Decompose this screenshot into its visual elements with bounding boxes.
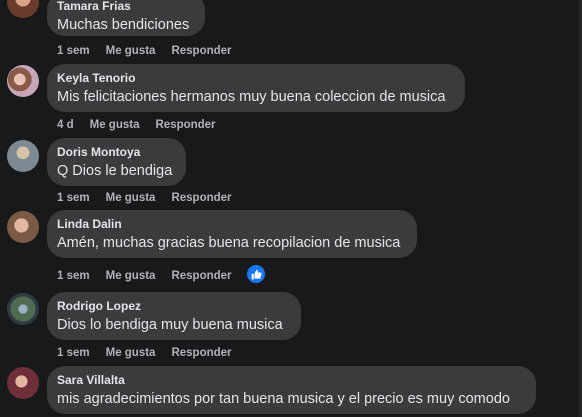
avatar[interactable] bbox=[7, 0, 39, 18]
thumbs-up-icon bbox=[251, 269, 262, 279]
comment-author[interactable]: Doris Montoya bbox=[57, 145, 174, 159]
reply-link[interactable]: Responder bbox=[171, 347, 231, 359]
comment-time[interactable]: 1 sem bbox=[57, 45, 90, 57]
comment-text: Amén, muchas gracias buena recopilacion … bbox=[57, 235, 401, 251]
comment-time[interactable]: 4 d bbox=[57, 119, 74, 131]
comment-author[interactable]: Keyla Tenorio bbox=[57, 71, 453, 85]
comment-text: Mis felicitaciones hermanos muy buena co… bbox=[57, 89, 446, 105]
avatar[interactable] bbox=[7, 140, 39, 172]
like-link[interactable]: Me gusta bbox=[90, 119, 140, 131]
comment-author[interactable]: Linda Dalin bbox=[57, 217, 405, 231]
reply-link[interactable]: Responder bbox=[171, 270, 231, 282]
avatar[interactable] bbox=[7, 367, 39, 399]
comment-text: Dios lo bendiga muy buena musica bbox=[57, 317, 283, 333]
avatar[interactable] bbox=[7, 293, 39, 325]
comment-bubble: Rodrigo Lopez Dios lo bendiga muy buena … bbox=[47, 292, 301, 340]
comment-actions: 1 sem Me gusta Responder bbox=[57, 347, 248, 359]
comment-bubble: Tamara Frias Muchas bendiciones bbox=[47, 0, 205, 36]
reply-link[interactable]: Responder bbox=[171, 192, 231, 204]
comment-bubble: Linda Dalin Amén, muchas gracias buena r… bbox=[47, 210, 417, 258]
avatar[interactable] bbox=[7, 211, 39, 243]
like-link[interactable]: Me gusta bbox=[106, 192, 156, 204]
comment-bubble: Doris Montoya Q Dios le bendiga bbox=[47, 138, 186, 186]
comment-actions: 4 d Me gusta Responder bbox=[57, 119, 232, 131]
comment-bubble: Keyla Tenorio Mis felicitaciones hermano… bbox=[47, 64, 465, 112]
comment-author[interactable]: Rodrigo Lopez bbox=[57, 299, 289, 313]
reply-link[interactable]: Responder bbox=[155, 119, 215, 131]
comment-actions: 1 sem Me gusta Responder bbox=[57, 270, 248, 282]
like-reaction-icon[interactable] bbox=[247, 265, 265, 283]
like-link[interactable]: Me gusta bbox=[106, 270, 156, 282]
like-link[interactable]: Me gusta bbox=[106, 347, 156, 359]
comment-text: Q Dios le bendiga bbox=[57, 163, 173, 179]
comment-author[interactable]: Sara Villalta bbox=[57, 373, 524, 387]
comment-text: Muchas bendiciones bbox=[57, 17, 190, 33]
reply-link[interactable]: Responder bbox=[171, 45, 231, 57]
comment-time[interactable]: 1 sem bbox=[57, 192, 90, 204]
comment-text: mis agradecimientos por tan buena musica… bbox=[57, 391, 510, 407]
comment-actions: 1 sem Me gusta Responder bbox=[57, 192, 248, 204]
comment-time[interactable]: 1 sem bbox=[57, 270, 90, 282]
comment-actions: 1 sem Me gusta Responder bbox=[57, 45, 248, 57]
like-link[interactable]: Me gusta bbox=[106, 45, 156, 57]
comment-time[interactable]: 1 sem bbox=[57, 347, 90, 359]
avatar[interactable] bbox=[7, 65, 39, 97]
comment-bubble: Sara Villalta mis agradecimientos por ta… bbox=[47, 366, 536, 414]
comment-author[interactable]: Tamara Frias bbox=[57, 0, 193, 13]
